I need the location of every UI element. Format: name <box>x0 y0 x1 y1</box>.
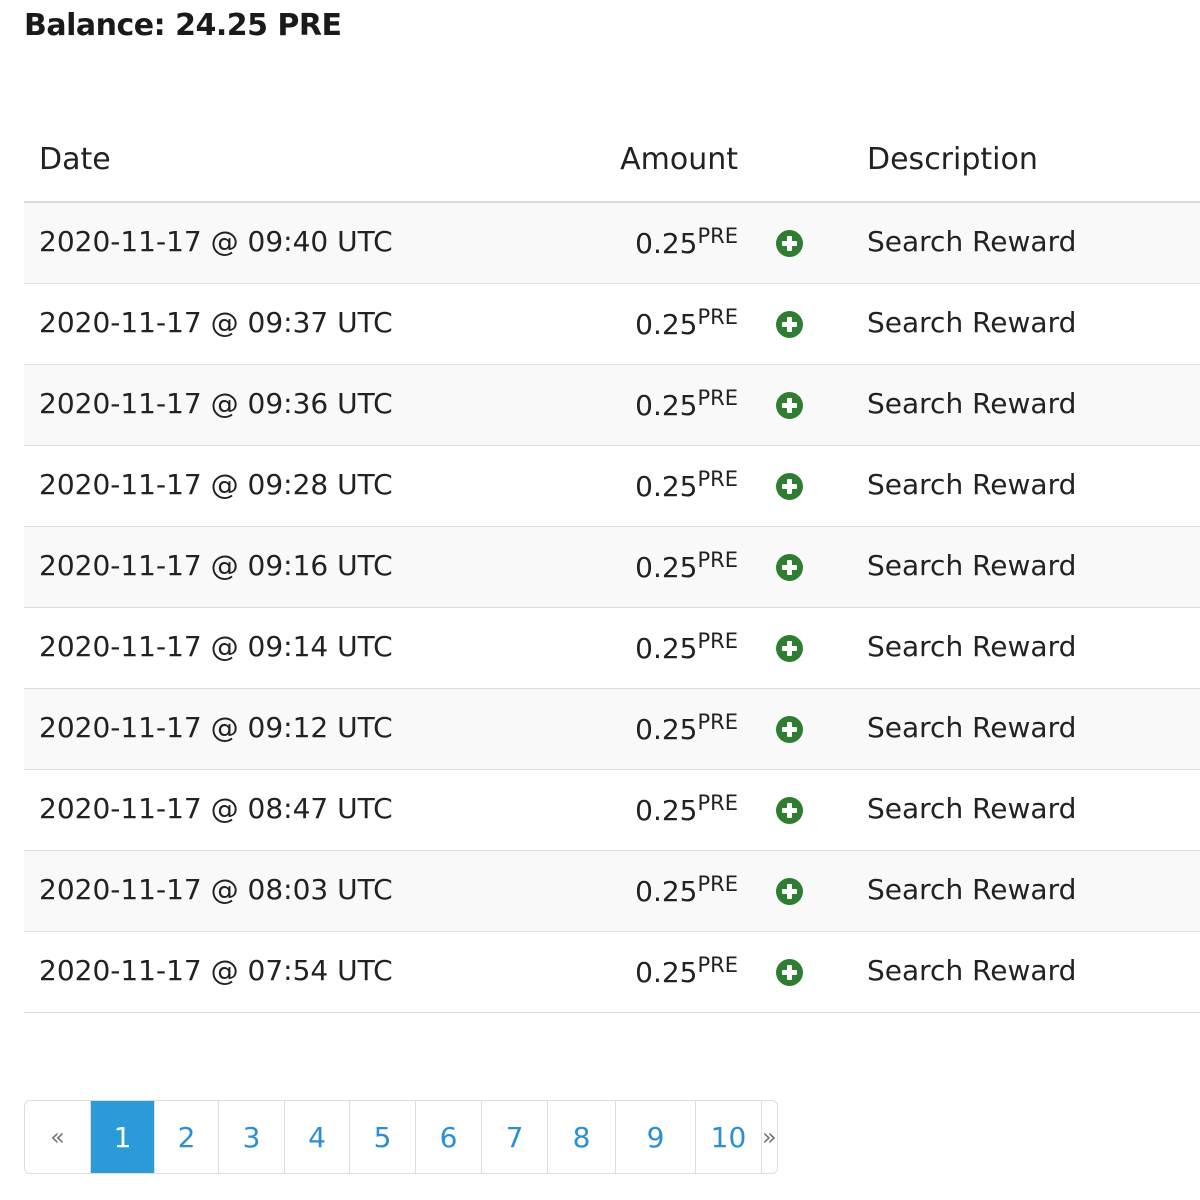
row-date: 2020-11-17 @ 09:12 UTC <box>39 711 393 744</box>
amount-unit: PRE <box>697 224 738 248</box>
row-date: 2020-11-17 @ 09:28 UTC <box>39 468 393 501</box>
amount-value: 0.25 <box>635 308 698 341</box>
amount-value: 0.25 <box>635 713 698 746</box>
amount-value: 0.25 <box>635 956 698 989</box>
table-row: 2020-11-17 @ 09:40 UTC 0.25PRE Search Rewa… <box>24 203 1200 284</box>
plus-circle-icon <box>776 392 803 419</box>
amount-unit: PRE <box>697 386 738 410</box>
prev-page-button[interactable]: « <box>25 1101 91 1173</box>
table-row: 2020-11-17 @ 08:03 UTC 0.25PRE Search Rewa… <box>24 851 1200 932</box>
table-row: 2020-11-17 @ 09:36 UTC 0.25PRE Search Rewa… <box>24 365 1200 446</box>
page-button-6[interactable]: 6 <box>416 1101 482 1173</box>
page-button-10[interactable]: 10 <box>696 1101 762 1173</box>
row-amount: 0.25PRE <box>635 545 738 584</box>
amount-value: 0.25 <box>635 632 698 665</box>
plus-circle-icon <box>776 797 803 824</box>
row-description: Search Reward <box>867 387 1077 420</box>
row-description: Search Reward <box>867 225 1077 258</box>
amount-value: 0.25 <box>635 794 698 827</box>
row-amount: 0.25PRE <box>635 869 738 908</box>
row-date: 2020-11-17 @ 09:37 UTC <box>39 306 393 339</box>
amount-unit: PRE <box>697 467 738 491</box>
row-date: 2020-11-17 @ 09:36 UTC <box>39 387 393 420</box>
table-header: Date Amount Description <box>24 120 1200 203</box>
plus-circle-icon <box>776 959 803 986</box>
row-description: Search Reward <box>867 468 1077 501</box>
page-button-7[interactable]: 7 <box>482 1101 548 1173</box>
table-row: 2020-11-17 @ 09:37 UTC 0.25PRE Search Rewa… <box>24 284 1200 365</box>
amount-unit: PRE <box>697 548 738 572</box>
page-button-5[interactable]: 5 <box>350 1101 416 1173</box>
plus-circle-icon <box>776 878 803 905</box>
plus-circle-icon <box>776 554 803 581</box>
row-description: Search Reward <box>867 630 1077 663</box>
plus-circle-icon <box>776 473 803 500</box>
transactions-table: Date Amount Description 2020-11-17 @ 09:… <box>24 120 1200 1013</box>
header-date: Date <box>39 142 111 177</box>
amount-value: 0.25 <box>635 551 698 584</box>
row-date: 2020-11-17 @ 09:40 UTC <box>39 225 393 258</box>
row-amount: 0.25PRE <box>635 707 738 746</box>
page-button-9[interactable]: 9 <box>616 1101 696 1173</box>
table-row: 2020-11-17 @ 09:14 UTC 0.25PRE Search Rewa… <box>24 608 1200 689</box>
plus-circle-icon <box>776 635 803 662</box>
plus-circle-icon <box>776 311 803 338</box>
row-amount: 0.25PRE <box>635 464 738 503</box>
row-description: Search Reward <box>867 873 1077 906</box>
row-amount: 0.25PRE <box>635 788 738 827</box>
balance-label: Balance: 24.25 PRE <box>24 8 342 43</box>
row-date: 2020-11-17 @ 07:54 UTC <box>39 954 393 987</box>
table-row: 2020-11-17 @ 08:47 UTC 0.25PRE Search Rewa… <box>24 770 1200 851</box>
page-button-3[interactable]: 3 <box>219 1101 285 1173</box>
table-row: 2020-11-17 @ 09:28 UTC 0.25PRE Search Rewa… <box>24 446 1200 527</box>
row-amount: 0.25PRE <box>635 302 738 341</box>
row-date: 2020-11-17 @ 08:47 UTC <box>39 792 393 825</box>
amount-unit: PRE <box>697 953 738 977</box>
row-amount: 0.25PRE <box>635 383 738 422</box>
pagination: «1 2 3 4 5 6 7 8 9 10» <box>24 1100 778 1174</box>
next-page-button[interactable]: » <box>762 1101 777 1173</box>
amount-unit: PRE <box>697 791 738 815</box>
row-description: Search Reward <box>867 549 1077 582</box>
row-amount: 0.25PRE <box>635 950 738 989</box>
table-body: 2020-11-17 @ 09:40 UTC 0.25PRE Search Rewa… <box>24 203 1200 1013</box>
row-description: Search Reward <box>867 306 1077 339</box>
table-row: 2020-11-17 @ 09:12 UTC 0.25PRE Search Rewa… <box>24 689 1200 770</box>
amount-value: 0.25 <box>635 227 698 260</box>
header-description: Description <box>867 142 1038 177</box>
amount-unit: PRE <box>697 872 738 896</box>
plus-circle-icon <box>776 230 803 257</box>
row-date: 2020-11-17 @ 09:16 UTC <box>39 549 393 582</box>
row-description: Search Reward <box>867 954 1077 987</box>
row-date: 2020-11-17 @ 08:03 UTC <box>39 873 393 906</box>
header-amount: Amount <box>620 142 738 177</box>
plus-circle-icon <box>776 716 803 743</box>
page-button-8[interactable]: 8 <box>548 1101 616 1173</box>
amount-value: 0.25 <box>635 389 698 422</box>
row-date: 2020-11-17 @ 09:14 UTC <box>39 630 393 663</box>
row-description: Search Reward <box>867 711 1077 744</box>
row-amount: 0.25PRE <box>635 221 738 260</box>
amount-unit: PRE <box>697 305 738 329</box>
row-amount: 0.25PRE <box>635 626 738 665</box>
amount-unit: PRE <box>697 629 738 653</box>
page-button-4[interactable]: 4 <box>285 1101 350 1173</box>
row-description: Search Reward <box>867 792 1077 825</box>
amount-unit: PRE <box>697 710 738 734</box>
amount-value: 0.25 <box>635 470 698 503</box>
page-button-1[interactable]: 1 <box>91 1101 155 1173</box>
table-row: 2020-11-17 @ 07:54 UTC 0.25PRE Search Rewa… <box>24 932 1200 1013</box>
table-row: 2020-11-17 @ 09:16 UTC 0.25PRE Search Rewa… <box>24 527 1200 608</box>
page-button-2[interactable]: 2 <box>155 1101 219 1173</box>
amount-value: 0.25 <box>635 875 698 908</box>
